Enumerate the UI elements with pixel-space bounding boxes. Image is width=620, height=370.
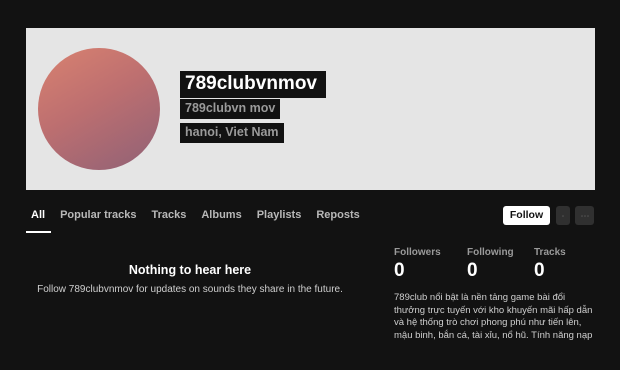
- empty-state-title: Nothing to hear here: [128, 263, 252, 277]
- more-icon: [580, 214, 589, 217]
- tab-playlists[interactable]: Playlists: [257, 203, 302, 231]
- tab-albums[interactable]: Albums: [201, 203, 241, 231]
- tab-reposts[interactable]: Reposts: [316, 203, 359, 231]
- empty-state: Nothing to hear here Follow 789clubvnmov…: [26, 263, 354, 295]
- profile-location: hanoi, Viet Nam: [180, 123, 284, 143]
- stat-followers[interactable]: Followers 0: [394, 247, 441, 282]
- profile-tabs: All Popular tracks Tracks Albums Playlis…: [26, 203, 375, 233]
- stat-tracks-label: Tracks: [534, 247, 566, 258]
- stat-tracks[interactable]: Tracks 0: [534, 247, 566, 282]
- stat-followers-value: 0: [394, 260, 405, 281]
- empty-state-message: Follow 789clubvnmov for updates on sound…: [37, 284, 343, 295]
- tab-tracks[interactable]: Tracks: [151, 203, 186, 231]
- profile-username: 789clubvn mov: [180, 99, 281, 119]
- tab-popular-tracks[interactable]: Popular tracks: [60, 203, 136, 231]
- tab-all[interactable]: All: [26, 203, 52, 233]
- profile-name-block: 789clubvnmov 789clubvn mov hanoi, Viet N…: [180, 71, 326, 143]
- follow-button[interactable]: Follow: [503, 206, 550, 225]
- share-icon: [562, 214, 564, 217]
- profile-bio: 789club nổi bật là nền tảng game bài đổi…: [394, 292, 593, 341]
- profile-header-banner: 789clubvnmov 789clubvn mov hanoi, Viet N…: [26, 28, 595, 190]
- profile-page: 789clubvnmov 789clubvn mov hanoi, Viet N…: [0, 0, 620, 370]
- more-options-button[interactable]: [575, 206, 594, 225]
- stat-following[interactable]: Following 0: [467, 247, 514, 282]
- stat-followers-label: Followers: [394, 247, 441, 258]
- stat-following-value: 0: [467, 260, 478, 281]
- share-button[interactable]: [556, 206, 570, 225]
- stat-tracks-value: 0: [534, 260, 545, 281]
- stat-following-label: Following: [467, 247, 514, 258]
- avatar[interactable]: [38, 48, 160, 170]
- profile-actions: Follow: [503, 206, 594, 225]
- profile-display-name: 789clubvnmov: [180, 71, 326, 98]
